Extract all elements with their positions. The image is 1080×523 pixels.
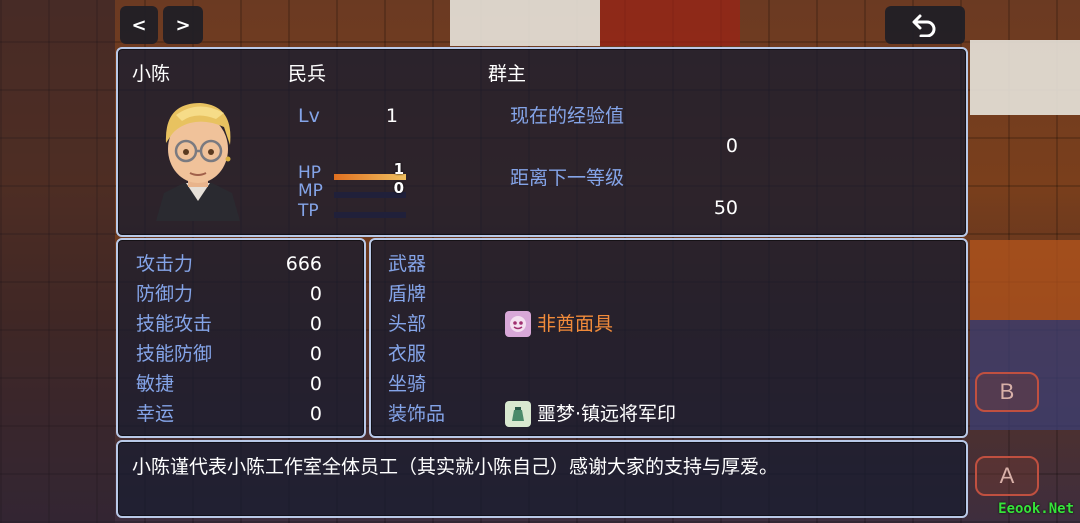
param-label: 敏捷 [136, 373, 175, 395]
map-background-top-red [600, 0, 740, 46]
equipment-window: 武器盾牌头部 非酋面具衣服坐骑装饰品 噩梦·镇远将军印 [369, 238, 968, 438]
actor-name: 小陈 [132, 63, 171, 85]
tp-label: TP [298, 201, 319, 221]
param-value: 666 [285, 253, 322, 275]
map-background-right-orange [970, 240, 1080, 320]
param-label: 技能防御 [136, 343, 213, 365]
description-window: 小陈谨代表小陈工作室全体员工（其实就小陈自己）感谢大家的支持与厚爱。 [116, 440, 968, 518]
map-background-left [0, 0, 115, 523]
map-background-top [450, 0, 600, 46]
profile-description: 小陈谨代表小陈工作室全体员工（其实就小陈自己）感谢大家的支持与厚爱。 [132, 456, 779, 478]
equip-slot-label: 衣服 [388, 343, 427, 365]
level-label: Lv [298, 105, 320, 127]
mp-value: 0 [393, 179, 404, 197]
param-value: 0 [309, 313, 322, 335]
prev-actor-button[interactable]: < [120, 6, 158, 44]
watermark: Eeook.Net [998, 501, 1074, 517]
actor-nickname: 群主 [488, 63, 527, 85]
param-value: 0 [309, 373, 322, 395]
next-actor-button[interactable]: > [163, 6, 203, 44]
actor-face-portrait [156, 103, 240, 221]
a-button[interactable]: A [975, 456, 1039, 496]
level-value: 1 [385, 105, 398, 127]
equip-slot-label: 盾牌 [388, 283, 427, 305]
equip-slot-label: 头部 [388, 313, 427, 335]
equip-item-name[interactable]: 噩梦·镇远将军印 [537, 402, 676, 426]
hp-label: HP [298, 163, 322, 183]
equip-slot-label: 装饰品 [388, 403, 446, 425]
mp-label: MP [298, 181, 323, 201]
hp-value: 1 [393, 160, 404, 178]
status-window: 小陈 民兵 群主 Lv 1 现在的经验值 0 距离下一等级 50 HP 1 MP… [116, 47, 968, 237]
param-label: 攻击力 [136, 253, 194, 275]
next-level-value: 50 [713, 197, 738, 219]
equip-slot-label: 武器 [388, 253, 427, 275]
param-label: 技能攻击 [136, 313, 213, 335]
map-background-right-top [970, 40, 1080, 115]
next-level-label: 距离下一等级 [510, 167, 625, 189]
param-label: 防御力 [136, 283, 194, 305]
param-value: 0 [309, 283, 322, 305]
exp-value: 0 [725, 135, 738, 157]
cancel-button[interactable] [885, 6, 965, 44]
exp-label: 现在的经验值 [510, 105, 625, 127]
mask-icon [505, 311, 531, 337]
param-value: 0 [309, 403, 322, 425]
b-button[interactable]: B [975, 372, 1039, 412]
param-label: 幸运 [136, 403, 175, 425]
param-value: 0 [309, 343, 322, 365]
seal-bag-icon [505, 401, 531, 427]
tp-gauge [334, 212, 406, 218]
return-arrow-icon [912, 14, 936, 37]
actor-class: 民兵 [288, 63, 327, 85]
equip-item-name[interactable]: 非酋面具 [537, 312, 613, 336]
parameters-window: 攻击力 666 防御力 0 技能攻击 0 技能防御 0 敏捷 0 幸运 0 [116, 238, 366, 438]
equip-slot-label: 坐骑 [388, 373, 427, 395]
